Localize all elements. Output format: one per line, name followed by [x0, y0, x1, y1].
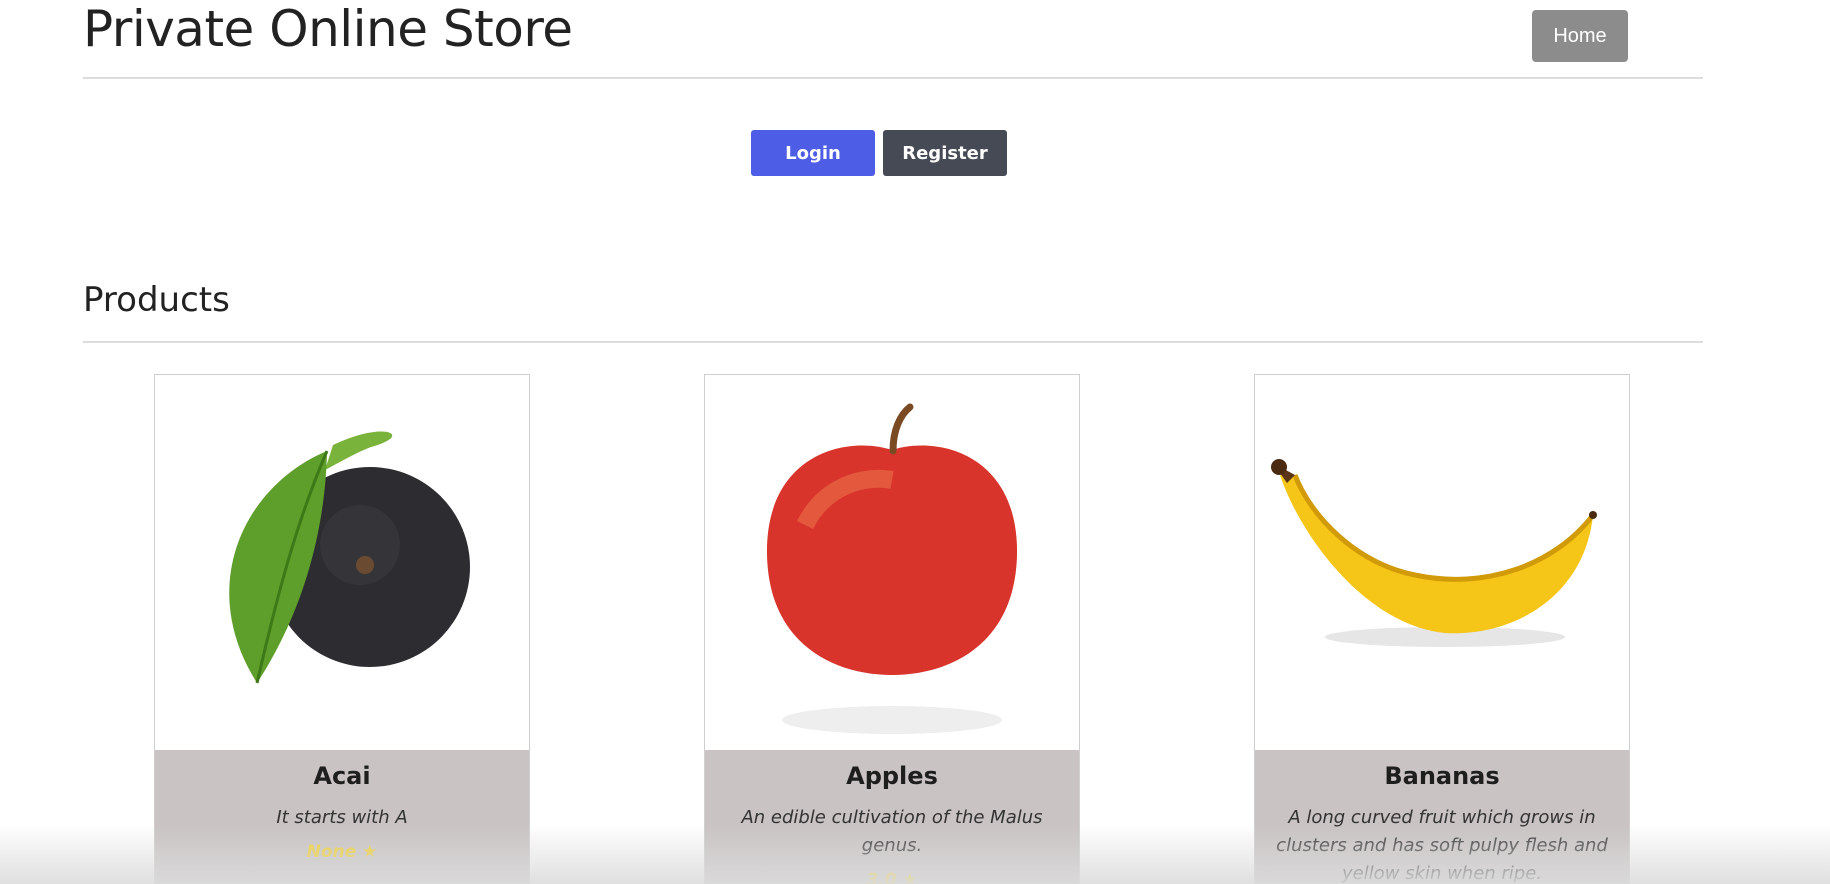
- acai-details: Acai It starts with A None ★: [155, 750, 529, 884]
- product-name[interactable]: Apples: [705, 762, 1079, 790]
- product-name[interactable]: Acai: [155, 762, 529, 790]
- products-heading: Products: [83, 280, 230, 320]
- register-button[interactable]: Register: [883, 130, 1007, 176]
- store-title: Private Online Store: [83, 0, 573, 58]
- product-card-bananas[interactable]: Bananas A long curved fruit which grows …: [1254, 374, 1630, 884]
- product-description: A long curved fruit which grows in clust…: [1276, 807, 1608, 884]
- product-description: An edible cultivation of the Malus genus…: [741, 807, 1043, 856]
- product-card-apples[interactable]: Apples An edible cultivation of the Malu…: [704, 374, 1080, 884]
- bananas-details: Bananas A long curved fruit which grows …: [1255, 750, 1629, 884]
- product-rating: None ★: [306, 842, 378, 862]
- product-name[interactable]: Bananas: [1255, 762, 1629, 790]
- auth-buttons: Login Register: [751, 130, 1007, 176]
- home-button[interactable]: Home: [1532, 10, 1628, 62]
- product-rating: 3.0 ★: [866, 870, 918, 884]
- acai-image[interactable]: [155, 375, 529, 749]
- page: Private Online Store Home Login Register…: [0, 0, 1830, 884]
- product-card-acai[interactable]: Acai It starts with A None ★: [154, 374, 530, 884]
- banana-image[interactable]: [1255, 375, 1629, 749]
- header-divider: [83, 77, 1703, 79]
- product-description: It starts with A: [276, 807, 408, 828]
- apples-details: Apples An edible cultivation of the Malu…: [705, 750, 1079, 884]
- apple-image[interactable]: [705, 375, 1079, 749]
- products-divider: [83, 341, 1703, 343]
- login-button[interactable]: Login: [751, 130, 875, 176]
